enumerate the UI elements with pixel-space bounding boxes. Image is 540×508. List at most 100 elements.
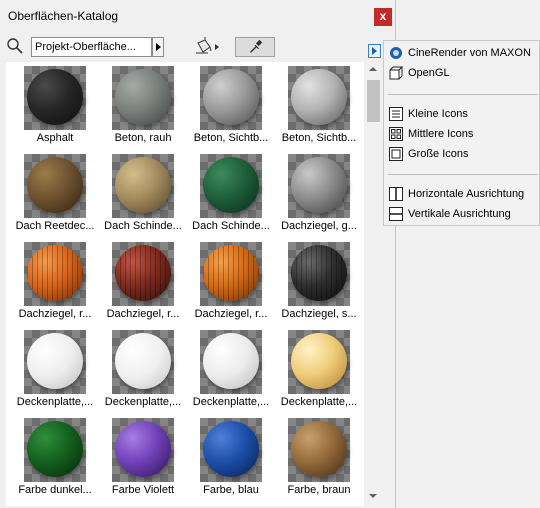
material-sphere-preview	[203, 333, 259, 389]
material-tile[interactable]: Deckenplatte,...	[100, 326, 186, 412]
material-sphere-preview	[291, 421, 347, 477]
material-thumbnail	[200, 242, 262, 306]
material-tile[interactable]: Deckenplatte,...	[276, 326, 362, 412]
material-sphere-preview	[27, 333, 83, 389]
menu-item-cinerender[interactable]: CineRender von MAXON	[384, 43, 539, 63]
material-label: Dach Schinde...	[104, 220, 182, 232]
material-thumbnail	[288, 242, 350, 306]
paint-bucket-icon[interactable]	[192, 37, 220, 57]
material-sphere-preview	[203, 69, 259, 125]
material-tile[interactable]: Farbe Violett	[100, 414, 186, 500]
material-sphere-preview	[27, 245, 83, 301]
material-sphere-preview	[203, 245, 259, 301]
view-options-menu: CineRender von MAXON OpenGL Kleine Icons…	[383, 40, 540, 226]
material-label: Deckenplatte,...	[192, 396, 270, 408]
menu-item-opengl[interactable]: OpenGL	[384, 63, 539, 83]
material-tile[interactable]: Dach Schinde...	[100, 150, 186, 236]
window-title: Oberflächen-Katalog	[8, 9, 119, 23]
surface-catalog-panel: Oberflächen-Katalog x Projekt-Oberfläche…	[0, 0, 396, 508]
material-tile[interactable]: Dachziegel, r...	[12, 238, 98, 324]
menu-item-label: Kleine Icons	[408, 108, 468, 120]
menu-item-label: Mittlere Icons	[408, 128, 474, 140]
view-options-flyout-button[interactable]	[368, 44, 381, 58]
material-thumbnail	[112, 66, 174, 130]
menu-separator	[388, 174, 538, 175]
title-bar: Oberflächen-Katalog x	[0, 0, 396, 34]
material-label: Dach Schinde...	[192, 220, 270, 232]
scroll-up-icon[interactable]	[369, 67, 377, 71]
menu-item-medium-icons[interactable]: Mittlere Icons	[384, 124, 539, 144]
material-tile[interactable]: Farbe, blau	[188, 414, 274, 500]
search-input[interactable]: Projekt-Oberfläche...	[31, 37, 152, 57]
search-dropdown-button[interactable]	[152, 37, 164, 57]
material-label: Dachziegel, s...	[281, 308, 357, 320]
material-sphere-preview	[291, 69, 347, 125]
material-sphere-preview	[27, 421, 83, 477]
material-label: Dachziegel, r...	[106, 308, 180, 320]
large-icons-icon	[389, 147, 403, 161]
material-tile[interactable]: Farbe dunkel...	[12, 414, 98, 500]
material-label: Deckenplatte,...	[16, 396, 94, 408]
vertical-scrollbar[interactable]	[366, 62, 381, 506]
material-tile[interactable]: Dach Schinde...	[188, 150, 274, 236]
material-label: Farbe Violett	[111, 484, 175, 496]
horizontal-layout-icon	[389, 187, 403, 201]
material-tile[interactable]: Deckenplatte,...	[12, 326, 98, 412]
material-label: Asphalt	[36, 132, 74, 144]
material-label: Dachziegel, g...	[281, 220, 357, 232]
search-icon[interactable]	[6, 37, 24, 55]
menu-item-horizontal-layout[interactable]: Horizontale Ausrichtung	[384, 184, 539, 204]
menu-separator	[388, 94, 538, 95]
material-label: Deckenplatte,...	[280, 396, 358, 408]
eyedropper-icon	[249, 39, 263, 53]
material-sphere-preview	[291, 157, 347, 213]
material-label: Beton, Sichtb...	[193, 132, 269, 144]
material-label: Farbe, blau	[203, 484, 259, 496]
close-button[interactable]: x	[374, 8, 392, 26]
material-tile[interactable]: Beton, Sichtb...	[276, 62, 362, 148]
material-tile[interactable]: Beton, rauh	[100, 62, 186, 148]
menu-item-small-icons[interactable]: Kleine Icons	[384, 104, 539, 124]
material-label: Dachziegel, r...	[18, 308, 92, 320]
material-sphere-preview	[115, 245, 171, 301]
material-tile[interactable]: Dachziegel, g...	[276, 150, 362, 236]
material-sphere-preview	[115, 421, 171, 477]
material-sphere-preview	[115, 157, 171, 213]
material-sphere-preview	[203, 421, 259, 477]
material-thumbnail	[200, 418, 262, 482]
menu-item-label: Vertikale Ausrichtung	[408, 208, 511, 220]
material-label: Dach Reetdec...	[15, 220, 95, 232]
material-thumbnail	[288, 330, 350, 394]
material-label: Beton, Sichtb...	[281, 132, 357, 144]
material-tile[interactable]: Asphalt	[12, 62, 98, 148]
material-sphere-preview	[115, 69, 171, 125]
material-grid: Asphalt Beton, rauh Beton, Sichtb... Beton,…	[6, 62, 364, 506]
material-thumbnail	[200, 66, 262, 130]
opengl-icon	[389, 66, 403, 80]
material-thumbnail	[24, 66, 86, 130]
material-thumbnail	[200, 330, 262, 394]
material-sphere-preview	[27, 69, 83, 125]
material-tile[interactable]: Farbe, braun	[276, 414, 362, 500]
toolbar: Projekt-Oberfläche...	[0, 34, 396, 62]
menu-item-label: Große Icons	[408, 148, 469, 160]
material-tile[interactable]: Dachziegel, r...	[188, 238, 274, 324]
material-tile[interactable]: Dach Reetdec...	[12, 150, 98, 236]
menu-item-vertical-layout[interactable]: Vertikale Ausrichtung	[384, 204, 539, 224]
material-sphere-preview	[27, 157, 83, 213]
material-tile[interactable]: Dachziegel, s...	[276, 238, 362, 324]
scroll-down-icon[interactable]	[369, 494, 377, 498]
material-label: Dachziegel, r...	[194, 308, 268, 320]
material-thumbnail	[112, 154, 174, 218]
material-label: Deckenplatte,...	[104, 396, 182, 408]
material-thumbnail	[200, 154, 262, 218]
menu-item-label: OpenGL	[408, 67, 450, 79]
material-tile[interactable]: Beton, Sichtb...	[188, 62, 274, 148]
material-label: Beton, rauh	[114, 132, 172, 144]
material-tile[interactable]: Dachziegel, r...	[100, 238, 186, 324]
menu-item-large-icons[interactable]: Große Icons	[384, 144, 539, 164]
material-sphere-preview	[291, 245, 347, 301]
eyedropper-button[interactable]	[235, 37, 275, 57]
scroll-thumb[interactable]	[367, 80, 380, 122]
material-tile[interactable]: Deckenplatte,...	[188, 326, 274, 412]
